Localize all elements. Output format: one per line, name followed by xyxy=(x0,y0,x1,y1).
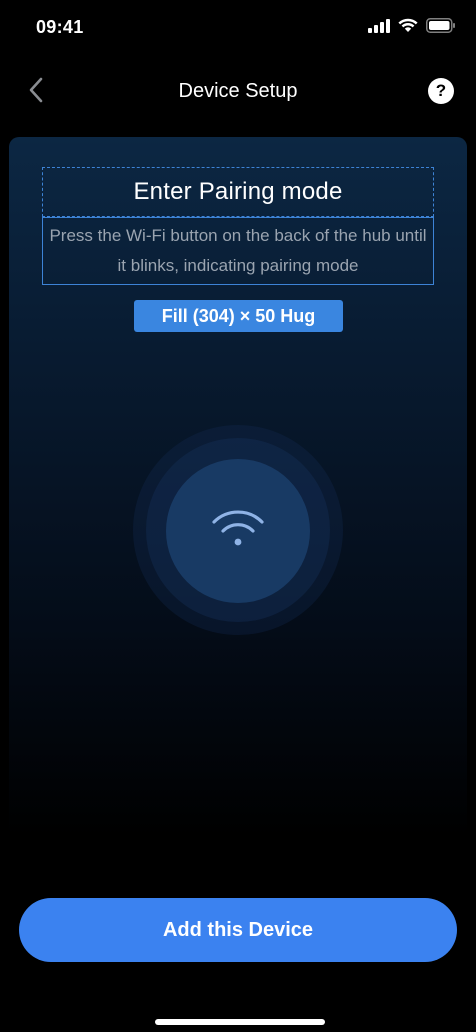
page-title: Device Setup xyxy=(178,80,298,102)
status-icons xyxy=(368,18,456,33)
wifi-signal-icon xyxy=(398,18,418,33)
help-button[interactable]: ? xyxy=(428,78,454,104)
status-time: 09:41 xyxy=(36,17,84,37)
wifi-circle xyxy=(166,459,310,603)
pairing-title: Enter Pairing mode xyxy=(133,178,343,205)
device-setup-screen: 09:41 Device Setup ? Enter Pairing mode … xyxy=(0,0,476,1032)
add-device-label: Add this Device xyxy=(162,918,314,941)
home-indicator xyxy=(155,1019,325,1025)
pairing-title-frame: Enter Pairing mode xyxy=(42,167,434,217)
pairing-description: Press the Wi-Fi button on the back of th… xyxy=(49,226,427,275)
wifi-icon xyxy=(211,509,265,554)
cellular-signal-icon xyxy=(368,18,390,33)
status-bar: 09:41 xyxy=(0,0,476,56)
battery-icon xyxy=(426,18,456,33)
navigation-header: Device Setup ? xyxy=(0,64,476,120)
question-mark-icon: ? xyxy=(435,81,447,100)
add-device-button[interactable]: Add this Device xyxy=(19,898,457,962)
pairing-description-frame: Press the Wi-Fi button on the back of th… xyxy=(42,217,434,285)
dimension-badge: Fill (304) × 50 Hug xyxy=(134,300,343,332)
